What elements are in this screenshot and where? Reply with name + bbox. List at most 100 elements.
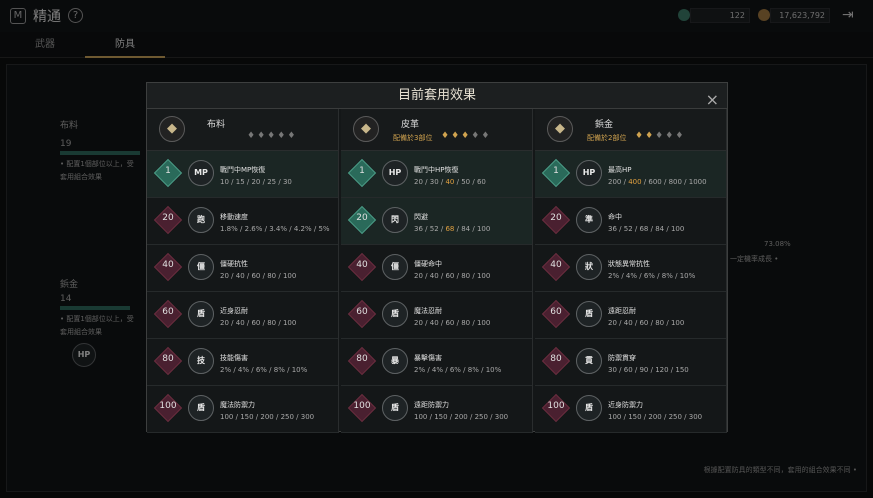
armor-piece-icon: ♦ (481, 131, 492, 141)
effect-row[interactable]: 100 盾遠距防禦力 100 / 150 / 200 / 250 / 300 (341, 386, 532, 433)
effect-icon: 暴 (382, 348, 408, 374)
effect-value: 2% (608, 272, 620, 280)
effect-value: 10% (679, 272, 696, 280)
effect-value: 30 (429, 178, 439, 186)
effect-row[interactable]: 60 盾近身忍耐 20 / 40 / 60 / 80 / 100 (147, 292, 338, 339)
effect-value: 4% (625, 272, 638, 280)
effect-value: 8% (661, 272, 673, 280)
effect-value: 8% (273, 366, 285, 374)
effect-row[interactable]: 20 閃閃避 36 / 52 / 68 / 84 / 100 (341, 198, 532, 245)
effect-value: 25 (267, 178, 277, 186)
value-separator: / (460, 366, 468, 374)
effect-row[interactable]: 60 盾遠距忍耐 20 / 40 / 60 / 80 / 100 (535, 292, 726, 339)
effect-values: 20 / 40 / 60 / 80 / 100 (414, 319, 490, 327)
effect-values: 36 / 52 / 68 / 84 / 100 (608, 225, 684, 233)
effect-value: 40 (235, 272, 245, 280)
effect-row[interactable]: 40 僵僵硬命中 20 / 40 / 60 / 80 / 100 (341, 245, 532, 292)
effect-name: 戰鬥中HP恢復 (414, 166, 459, 174)
value-separator: / (422, 178, 430, 186)
effect-row[interactable]: 80 貫防禦貫穿 30 / 60 / 90 / 120 / 150 (535, 339, 726, 386)
effect-value: 4.2% (293, 225, 312, 233)
value-separator: / (470, 225, 477, 233)
value-separator: / (228, 319, 236, 327)
effect-values: 2% / 4% / 6% / 8% / 10% (414, 366, 501, 374)
value-separator: / (276, 319, 283, 327)
effect-row[interactable]: 40 僵僵硬抗性 20 / 40 / 60 / 80 / 100 (147, 245, 338, 292)
effect-value: 6% (643, 272, 655, 280)
effect-value: 250 (474, 413, 488, 421)
armor-piece-icon: ♦ (287, 131, 298, 141)
value-separator: / (249, 366, 256, 374)
level-number: 80 (162, 354, 174, 364)
effect-value: 30 (608, 366, 617, 374)
value-separator: / (422, 225, 430, 233)
level-number: 40 (550, 260, 562, 270)
effect-value: 1.8% (220, 225, 238, 233)
effects-modal: 目前套用效果 × ◆ 布料 ♦♦♦♦♦ 1 MP 戰鬥中MP恢復 10 / 15 / 20 … (146, 82, 728, 433)
effect-value: 20 (414, 272, 423, 280)
effect-row[interactable]: 1 HP 最高HP 200 / 400 / 600 / 800 / 1000 (535, 151, 726, 198)
effect-value: 100 (670, 319, 685, 327)
value-separator: / (661, 178, 669, 186)
armor-piece-icon: ◆ (353, 116, 379, 142)
value-separator: / (231, 366, 238, 374)
effect-value: 150 (240, 413, 254, 421)
effect-value: 150 (434, 413, 448, 421)
armor-piece-icon: ♦ (267, 131, 278, 141)
effect-row[interactable]: 80 技技能傷害 2% / 4% / 6% / 8% / 10% (147, 339, 338, 386)
effect-row[interactable]: 1 HP 戰鬥中HP恢復 20 / 30 / 40 / 50 / 60 (341, 151, 532, 198)
effect-row[interactable]: 100 盾近身防禦力 100 / 150 / 200 / 250 / 300 (535, 386, 726, 433)
level-number: 40 (162, 260, 174, 270)
effect-values: 20 / 40 / 60 / 80 / 100 (220, 319, 296, 327)
effect-row[interactable]: 80 暴暴擊傷害 2% / 4% / 6% / 8% / 10% (341, 339, 532, 386)
armor-column-2: ◆ 鋲金 配備於2部位 ♦♦♦♦♦ 1 HP 最高HP 200 / 400 / 600 / 8… (535, 109, 727, 433)
effect-name: 技能傷害 (220, 354, 248, 362)
effect-icon: 盾 (188, 301, 214, 327)
armor-column-0: ◆ 布料 ♦♦♦♦♦ 1 MP 戰鬥中MP恢復 10 / 15 / 20 / 25 / 30… (147, 109, 339, 433)
effect-value: 600 (648, 178, 662, 186)
value-separator: / (287, 225, 294, 233)
effect-name: 遠距忍耐 (608, 307, 636, 315)
value-separator: / (467, 413, 475, 421)
effect-row[interactable]: 20 準命中 36 / 52 / 68 / 84 / 100 (535, 198, 726, 245)
effect-row[interactable]: 60 盾魔法忍耐 20 / 40 / 60 / 80 / 100 (341, 292, 532, 339)
effect-value: 100 (220, 413, 234, 421)
effect-value: 100 (282, 319, 297, 327)
effect-value: 40 (429, 319, 439, 327)
effect-value: 5% (318, 225, 330, 233)
effect-value: 20 (220, 319, 229, 327)
effect-row[interactable]: 1 MP 戰鬥中MP恢復 10 / 15 / 20 / 25 / 30 (147, 151, 338, 198)
effect-values: 20 / 40 / 60 / 80 / 100 (414, 272, 490, 280)
effect-icon: 盾 (576, 395, 602, 421)
level-number: 80 (356, 354, 368, 364)
effect-name: 近身忍耐 (220, 307, 248, 315)
effect-row[interactable]: 40 狀狀態異常抗性 2% / 4% / 6% / 8% / 10% (535, 245, 726, 292)
effect-name: 近身防禦力 (608, 401, 643, 409)
effect-value: 40 (429, 272, 439, 280)
level-number: 1 (553, 166, 559, 176)
armor-piece-icon: ♦ (461, 131, 472, 141)
armor-piece-icon: ♦ (257, 131, 268, 141)
effect-icon: 技 (188, 348, 214, 374)
effect-value: 100 (476, 319, 491, 327)
effect-values: 30 / 60 / 90 / 120 / 150 (608, 366, 689, 374)
effect-value: 50 (461, 178, 471, 186)
effect-value: 150 (675, 366, 689, 374)
effect-value: 80 (655, 319, 665, 327)
armor-piece-icon: ♦ (665, 131, 676, 141)
effect-values: 100 / 150 / 200 / 250 / 300 (608, 413, 702, 421)
effect-name: 移動速度 (220, 213, 248, 221)
effect-row[interactable]: 100 盾魔法防禦力 100 / 150 / 200 / 250 / 300 (147, 386, 338, 433)
effect-value: 100 (608, 413, 622, 421)
effect-icon: 盾 (576, 301, 602, 327)
value-separator: / (664, 319, 671, 327)
value-separator: / (266, 366, 274, 374)
effect-value: 8% (467, 366, 479, 374)
level-number: 60 (162, 307, 174, 317)
armor-pieces-icons: ♦♦♦♦♦ (247, 131, 297, 141)
armor-piece-icon: ♦ (635, 131, 646, 141)
effect-value: 200 (608, 178, 622, 186)
value-separator: / (616, 225, 624, 233)
effect-row[interactable]: 20 跑移動速度 1.8% / 2.6% / 3.4% / 4.2% / 5% (147, 198, 338, 245)
armor-piece-icon: ♦ (675, 131, 686, 141)
